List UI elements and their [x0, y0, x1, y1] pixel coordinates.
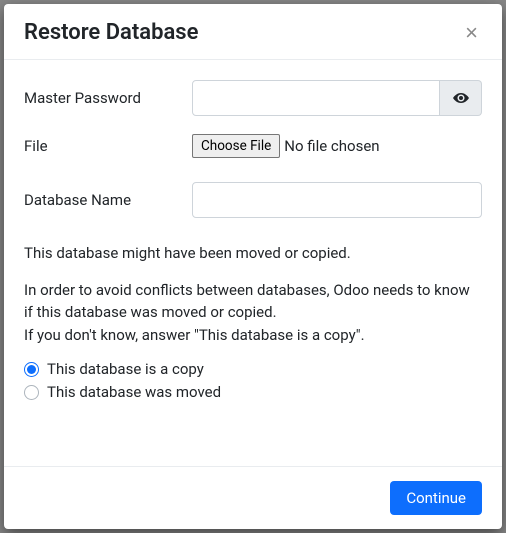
- radio-moved[interactable]: [24, 385, 39, 400]
- database-name-input[interactable]: [192, 182, 482, 218]
- file-status-text: No file chosen: [284, 137, 379, 155]
- info-text-moved-copied: This database might have been moved or c…: [24, 242, 482, 265]
- file-row: File Choose File No file chosen: [24, 134, 482, 158]
- radio-copy-label[interactable]: This database is a copy: [47, 360, 204, 378]
- modal-title: Restore Database: [24, 20, 198, 45]
- master-password-input[interactable]: [192, 80, 440, 116]
- database-name-label: Database Name: [24, 191, 192, 209]
- modal-header: Restore Database ×: [4, 4, 502, 60]
- password-input-group: [192, 80, 482, 116]
- database-name-row: Database Name: [24, 182, 482, 218]
- eye-icon: [453, 90, 469, 106]
- master-password-row: Master Password: [24, 80, 482, 116]
- info-text-conflicts: In order to avoid conflicts between data…: [24, 279, 482, 347]
- radio-copy[interactable]: [24, 362, 39, 377]
- file-input-group: Choose File No file chosen: [192, 134, 380, 158]
- file-label: File: [24, 137, 192, 155]
- radio-row-moved[interactable]: This database was moved: [24, 383, 482, 401]
- continue-button[interactable]: Continue: [390, 481, 482, 515]
- radio-row-copy[interactable]: This database is a copy: [24, 360, 482, 378]
- info-line3: If you don't know, answer "This database…: [24, 326, 365, 344]
- info-line2: In order to avoid conflicts between data…: [24, 281, 470, 322]
- master-password-label: Master Password: [24, 89, 192, 107]
- toggle-password-visibility-button[interactable]: [440, 80, 482, 116]
- restore-database-modal: Restore Database × Master Password File …: [4, 4, 502, 529]
- modal-footer: Continue: [4, 466, 502, 529]
- radio-moved-label[interactable]: This database was moved: [47, 383, 221, 401]
- modal-body: Master Password File Choose File No file…: [4, 60, 502, 466]
- choose-file-button[interactable]: Choose File: [192, 134, 280, 158]
- close-icon: ×: [465, 20, 478, 45]
- close-button[interactable]: ×: [461, 22, 482, 44]
- copy-or-move-radio-group: This database is a copy This database wa…: [24, 360, 482, 401]
